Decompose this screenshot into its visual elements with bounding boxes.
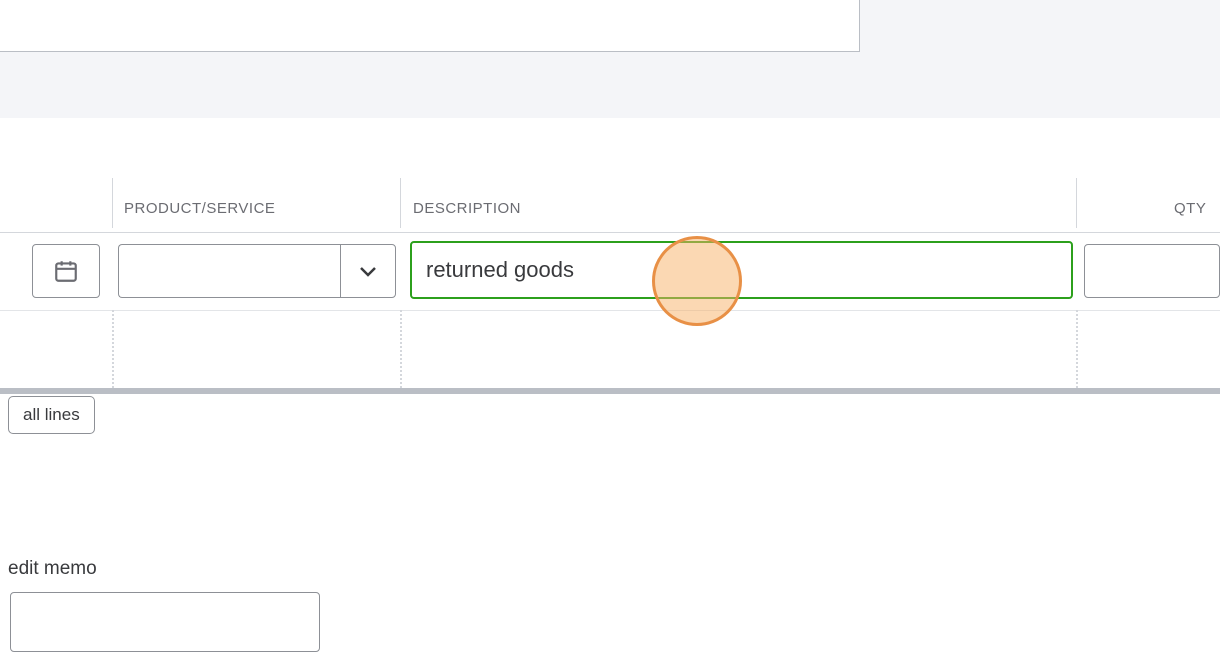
chevron-down-icon: [359, 265, 377, 277]
product-service-dropdown-button[interactable]: [340, 244, 396, 298]
column-header-description: DESCRIPTION: [413, 200, 521, 217]
column-header-qty: QTY: [1174, 200, 1206, 217]
edit-memo-label: edit memo: [8, 558, 97, 580]
column-divider-dotted: [400, 310, 402, 388]
top-white-box: [0, 0, 860, 52]
row-border: [0, 232, 1220, 233]
all-lines-button[interactable]: all lines: [8, 396, 95, 434]
description-input[interactable]: [410, 241, 1073, 299]
qty-input[interactable]: [1084, 244, 1220, 298]
column-divider: [112, 178, 113, 228]
calendar-icon: [53, 258, 79, 284]
column-divider-dotted: [112, 310, 114, 388]
column-divider: [400, 178, 401, 228]
column-divider: [1076, 178, 1077, 228]
table-bottom-bar: [0, 388, 1220, 394]
row-border: [0, 310, 1220, 311]
memo-textarea[interactable]: [10, 592, 320, 652]
date-picker-button[interactable]: [32, 244, 100, 298]
product-service-field: [118, 244, 396, 298]
product-service-input[interactable]: [118, 244, 340, 298]
column-header-product-service: PRODUCT/SERVICE: [124, 200, 275, 217]
column-divider-dotted: [1076, 310, 1078, 388]
